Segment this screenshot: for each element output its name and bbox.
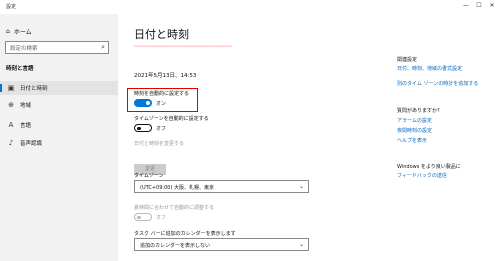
auto-timezone-label: タイムゾーンを自動的に設定する	[134, 116, 209, 122]
alarm-settings-link[interactable]: アラームの設定	[397, 117, 432, 124]
chevron-down-icon: ⌄	[298, 241, 304, 248]
dst-label: 夏時間に合わせて自動的に調整する	[134, 205, 215, 211]
sidebar-item-label: 地域	[20, 103, 32, 109]
current-datetime: 2021年5月13日、14:53	[134, 73, 197, 79]
window-title: 設定	[6, 4, 17, 10]
auto-time-state: オン	[156, 101, 167, 107]
taskbar-calendar-label: タスク バーに追加のカレンダーを表示します	[134, 231, 236, 237]
search-placeholder: 設定の検索	[10, 46, 38, 52]
sidebar: ⌂ ホーム 設定の検索 ⌕ 時刻と言語 ▣ 日付と時刻 ⊕ 地域 A 言語 ♪ …	[0, 14, 118, 261]
blurred-notice: ────────────────────────────────────	[134, 45, 232, 50]
sidebar-item-label: 音声認識	[20, 141, 43, 147]
additional-clocks-link[interactable]: 別のタイム ゾーンの時計を追加する	[397, 80, 478, 87]
timezone-select[interactable]: (UTC+09:00) 大阪、札幌、東京 ⌄	[134, 180, 309, 193]
auto-time-label: 時刻を自動的に設定する	[134, 91, 190, 97]
search-icon[interactable]: ⌕	[101, 43, 105, 52]
sidebar-item-language[interactable]: A 言語	[0, 118, 118, 132]
help-heading: 質問がありますか?	[397, 108, 440, 114]
related-settings-heading: 関連設定	[397, 57, 418, 63]
sidebar-item-label: 言語	[20, 123, 32, 129]
taskbar-calendar-select[interactable]: 追加のカレンダーを表示しない ⌄	[134, 238, 309, 251]
chevron-down-icon: ⌄	[298, 183, 304, 190]
maximize-button[interactable]: ☐	[473, 2, 485, 10]
change-datetime-label: 日付と時刻を変更する	[134, 141, 185, 147]
minimize-button[interactable]: —	[460, 2, 472, 10]
format-settings-link[interactable]: 日付、時刻、地域の書式設定	[397, 65, 462, 72]
calendar-icon: ▣	[7, 84, 15, 92]
language-icon: A	[8, 121, 14, 129]
dst-toggle[interactable]	[134, 213, 152, 221]
related-panel: 関連設定 日付、時刻、地域の書式設定 別のタイム ゾーンの時計を追加する 質問が…	[397, 14, 500, 261]
get-help-link[interactable]: ヘルプを表示	[397, 137, 427, 144]
home-label: ホーム	[13, 29, 32, 36]
feedback-heading: Windows をより良い製品に	[397, 164, 461, 170]
sidebar-item-label: 日付と時刻	[20, 86, 48, 92]
night-time-link[interactable]: 夜間時刻の設定	[397, 127, 432, 134]
page-title: 日付と時刻	[134, 28, 189, 41]
sidebar-item-speech[interactable]: ♪ 音声認識	[0, 136, 118, 150]
globe-icon: ⊕	[8, 101, 14, 109]
auto-timezone-toggle[interactable]	[134, 124, 152, 132]
sidebar-item-region[interactable]: ⊕ 地域	[0, 98, 118, 112]
timezone-label: タイムゾーン	[134, 173, 164, 179]
home-icon: ⌂	[6, 28, 10, 35]
home-link[interactable]: ⌂ ホーム	[6, 27, 32, 36]
auto-timezone-state: オフ	[156, 126, 167, 132]
close-button[interactable]: ✕	[486, 2, 498, 10]
microphone-icon: ♪	[8, 139, 14, 147]
auto-time-toggle[interactable]	[134, 99, 152, 107]
search-input[interactable]: 設定の検索 ⌕	[5, 41, 109, 54]
send-feedback-link[interactable]: フィードバックの送信	[397, 172, 447, 179]
taskbar-calendar-value: 追加のカレンダーを表示しない	[140, 243, 211, 249]
dst-state: オフ	[156, 215, 167, 221]
sidebar-item-date-time[interactable]: ▣ 日付と時刻	[0, 81, 118, 95]
timezone-value: (UTC+09:00) 大阪、札幌、東京	[140, 185, 215, 191]
section-title: 時刻と言語	[6, 66, 34, 72]
title-bar: 設定 — ☐ ✕	[0, 0, 500, 14]
